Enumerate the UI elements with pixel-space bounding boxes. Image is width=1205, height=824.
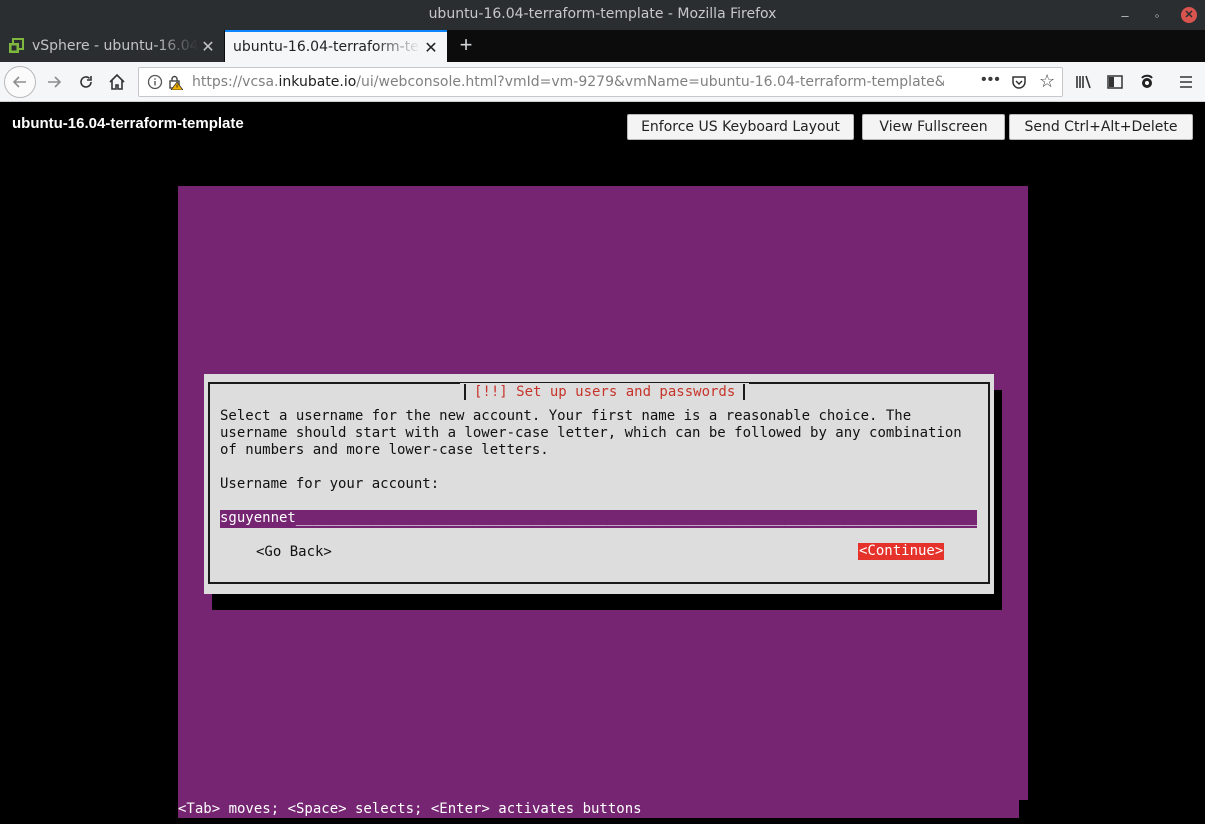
extension-icon <box>1141 74 1153 88</box>
window-title: ubuntu-16.04-terraform-template - Mozill… <box>428 6 777 22</box>
setup-users-dialog: [!!] Set up users and passwords Select a… <box>204 374 994 594</box>
bookmark-star-icon[interactable]: ☆ <box>1039 72 1055 90</box>
back-button[interactable] <box>4 66 36 98</box>
continue-button[interactable]: <Continue> <box>858 543 945 560</box>
url-text[interactable]: https://vcsa.inkubate.io/ui/webconsole.h… <box>192 74 944 90</box>
sidebar-button[interactable] <box>1101 68 1129 96</box>
vsphere-icon <box>9 38 24 53</box>
hamburger-menu-icon <box>1180 76 1192 88</box>
send-ctrl-alt-delete-button[interactable]: Send Ctrl+Alt+Delete <box>1009 114 1193 140</box>
extension-button[interactable] <box>1133 68 1161 96</box>
minimize-icon[interactable]: – <box>1115 5 1135 25</box>
window-close-button[interactable]: ✕ <box>1179 5 1199 25</box>
tab-label: vSphere - ubuntu-16.04-terraform-templat… <box>32 38 198 54</box>
username-label: Username for your account: <box>220 476 440 492</box>
forward-button[interactable] <box>40 68 68 96</box>
vm-name-heading: ubuntu-16.04-terraform-template <box>12 115 244 132</box>
page-actions-icon[interactable]: ••• <box>981 71 1001 89</box>
pocket-icon[interactable] <box>1011 74 1027 90</box>
tab-label: ubuntu-16.04-terraform-template <box>233 39 421 55</box>
view-fullscreen-button[interactable]: View Fullscreen <box>862 114 1005 140</box>
library-icon <box>1076 75 1091 89</box>
reload-button[interactable] <box>72 68 100 96</box>
dialog-title: [!!] Set up users and passwords <box>474 384 736 400</box>
url-bar[interactable]: https://vcsa.inkubate.io/ui/webconsole.h… <box>138 67 1063 97</box>
username-input[interactable]: sguyennet_______________________________… <box>220 510 977 528</box>
url-path: /ui/webconsole.html?vmId=vm-9279&vmName=… <box>356 74 944 90</box>
new-tab-button[interactable]: + <box>455 32 477 58</box>
nav-bar: https://vcsa.inkubate.io/ui/webconsole.h… <box>0 62 1205 102</box>
url-prefix: https://vcsa. <box>192 74 279 90</box>
sidebar-icon <box>1107 75 1123 89</box>
tab-webconsole[interactable]: ubuntu-16.04-terraform-template ✕ <box>225 30 447 62</box>
input-fill: ________________________________________… <box>295 510 977 526</box>
info-icon[interactable] <box>147 74 163 90</box>
tab-vsphere[interactable]: vSphere - ubuntu-16.04-terraform-templat… <box>0 30 224 62</box>
reload-icon <box>80 76 92 88</box>
dialog-title-bar: [!!] Set up users and passwords <box>460 383 750 401</box>
url-domain: inkubate.io <box>278 74 357 90</box>
maximize-icon[interactable]: ◦ <box>1147 5 1167 25</box>
menu-button[interactable] <box>1172 68 1200 96</box>
enforce-us-keyboard-button[interactable]: Enforce US Keyboard Layout <box>627 114 854 140</box>
dialog-description: Select a username for the new account. Y… <box>220 408 962 458</box>
close-icon: ✕ <box>1181 7 1197 23</box>
username-value: sguyennet <box>220 510 296 526</box>
window-titlebar: ubuntu-16.04-terraform-template - Mozill… <box>0 0 1205 30</box>
tab-close-icon[interactable]: ✕ <box>198 37 218 56</box>
insecure-lock-icon[interactable] <box>167 74 183 90</box>
tab-close-icon[interactable]: ✕ <box>421 38 441 57</box>
tab-strip: vSphere - ubuntu-16.04-terraform-templat… <box>0 30 1205 62</box>
arrow-right-icon <box>48 76 62 88</box>
go-back-button[interactable]: <Go Back> <box>256 544 332 560</box>
library-button[interactable] <box>1070 68 1098 96</box>
home-icon <box>109 73 125 90</box>
installer-help-line: <Tab> moves; <Space> selects; <Enter> ac… <box>178 800 1019 818</box>
home-button[interactable] <box>103 68 131 96</box>
title-tick-right <box>743 384 746 400</box>
arrow-left-icon <box>12 76 26 88</box>
